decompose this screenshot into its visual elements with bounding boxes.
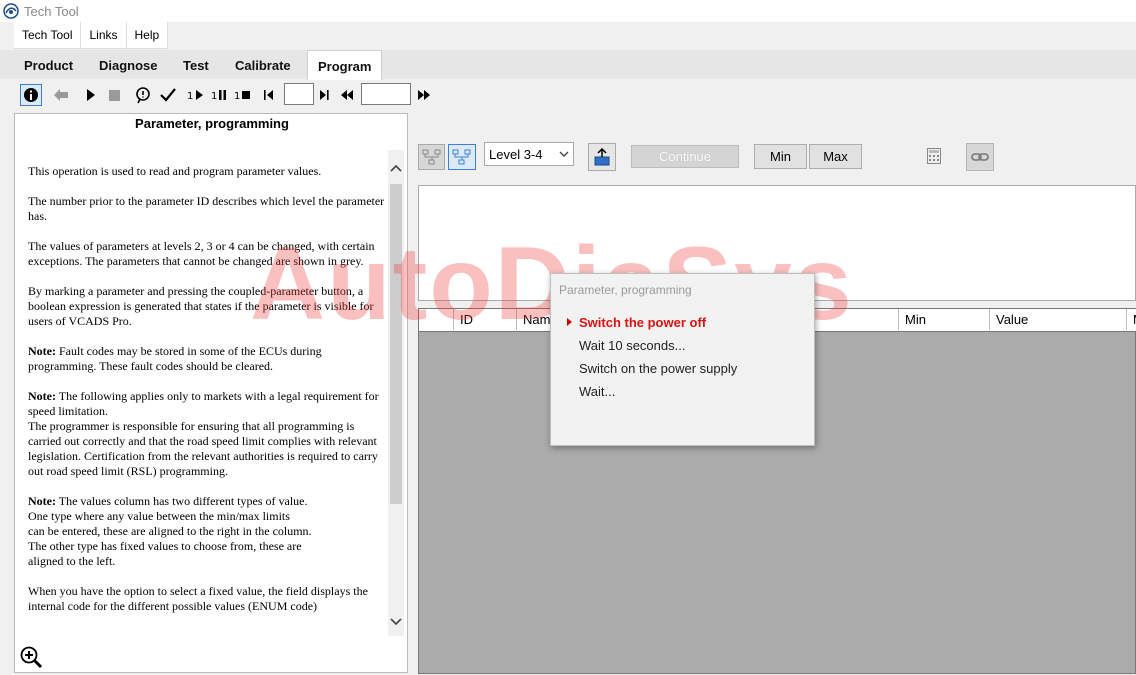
- play-icon[interactable]: [82, 84, 100, 106]
- tab-program[interactable]: Program: [307, 50, 383, 80]
- window-title: Tech Tool: [24, 4, 79, 19]
- svg-text:1: 1: [234, 91, 240, 101]
- min-button[interactable]: Min: [754, 144, 807, 169]
- rewind-icon[interactable]: [338, 84, 356, 106]
- column-header-max[interactable]: M: [1126, 309, 1136, 330]
- step-play-icon[interactable]: 1: [186, 84, 206, 106]
- help-paragraph: When you have the option to select a fix…: [28, 584, 368, 613]
- level-select[interactable]: Level 3-4: [484, 142, 574, 166]
- chevron-down-icon: [559, 151, 569, 157]
- help-paragraph: The values of parameters at levels 2, 3 …: [28, 239, 375, 268]
- program-ecu-button[interactable]: [588, 143, 616, 171]
- parameter-toolbar: Level 3-4 Continue Min Max: [418, 140, 1136, 176]
- inspect-icon[interactable]: [132, 84, 154, 106]
- program-icon: [594, 148, 610, 166]
- back-arrow-icon[interactable]: [50, 84, 72, 106]
- tab-calibrate[interactable]: Calibrate: [235, 50, 291, 79]
- step-wait-10-seconds: Wait 10 seconds...: [579, 338, 686, 353]
- menu-links[interactable]: Links: [81, 22, 127, 48]
- stop-icon[interactable]: [105, 84, 123, 106]
- step-pause-icon[interactable]: 1: [210, 84, 230, 106]
- scroll-up-icon[interactable]: [390, 164, 402, 172]
- step-switch-on-power: Switch on the power supply: [579, 361, 738, 376]
- svg-text:1: 1: [211, 91, 217, 101]
- toolbar: 1 1 1: [14, 82, 1136, 108]
- first-icon[interactable]: [261, 84, 277, 106]
- help-paragraph: Note: The values column has two differen…: [28, 494, 312, 568]
- link-icon[interactable]: [966, 143, 994, 171]
- current-step-arrow-icon: [567, 318, 572, 326]
- programming-progress-dialog: Parameter, programming Switch the power …: [550, 273, 815, 446]
- level-select-value: Level 3-4: [489, 146, 543, 162]
- column-header-id[interactable]: ID: [453, 309, 516, 330]
- menu-tech-tool[interactable]: Tech Tool: [14, 22, 82, 48]
- menu-bar: Tech Tool Links Help: [14, 22, 169, 49]
- step-switch-power-off: Switch the power off: [579, 315, 707, 330]
- column-header-min[interactable]: Min: [898, 309, 989, 330]
- svg-text:1: 1: [187, 91, 193, 101]
- speed-field[interactable]: [361, 83, 411, 105]
- help-paragraph: Note: Fault codes may be stored in some …: [28, 344, 322, 373]
- tab-test[interactable]: Test: [183, 50, 209, 79]
- tab-diagnose[interactable]: Diagnose: [99, 50, 158, 79]
- help-panel: Parameter, programming This operation is…: [14, 113, 408, 673]
- step-wait: Wait...: [579, 384, 616, 399]
- help-paragraph: By marking a parameter and pressing the …: [28, 284, 374, 328]
- column-header-value[interactable]: Value: [989, 309, 1126, 330]
- dialog-title: Parameter, programming: [559, 283, 692, 297]
- help-scroll-thumb[interactable]: [390, 184, 402, 504]
- tree-view-icon[interactable]: [418, 144, 445, 170]
- calculator-icon[interactable]: [924, 146, 944, 166]
- zoom-in-icon[interactable]: [19, 645, 43, 669]
- max-button[interactable]: Max: [809, 144, 862, 169]
- help-paragraph: Note: The following applies only to mark…: [28, 389, 379, 478]
- info-icon[interactable]: [20, 84, 42, 106]
- help-body: This operation is used to read and progr…: [28, 164, 388, 629]
- position-field[interactable]: [284, 83, 314, 105]
- last-icon[interactable]: [316, 84, 332, 106]
- step-stop-icon[interactable]: 1: [233, 84, 253, 106]
- help-paragraph: This operation is used to read and progr…: [28, 164, 322, 178]
- tab-product[interactable]: Product: [24, 50, 73, 79]
- checkmark-icon[interactable]: [158, 84, 178, 106]
- menu-help[interactable]: Help: [127, 22, 169, 48]
- tab-bar: Product Diagnose Test Calibrate Program: [0, 50, 1136, 80]
- app-logo-icon: [3, 3, 19, 19]
- fast-forward-icon[interactable]: [415, 84, 433, 106]
- help-paragraph: The number prior to the parameter ID des…: [28, 194, 385, 223]
- help-title: Parameter, programming: [135, 116, 289, 131]
- scroll-down-icon[interactable]: [390, 618, 402, 626]
- continue-button[interactable]: Continue: [631, 145, 739, 168]
- coupled-parameter-icon[interactable]: [448, 144, 476, 170]
- title-bar: Tech Tool: [0, 0, 1136, 22]
